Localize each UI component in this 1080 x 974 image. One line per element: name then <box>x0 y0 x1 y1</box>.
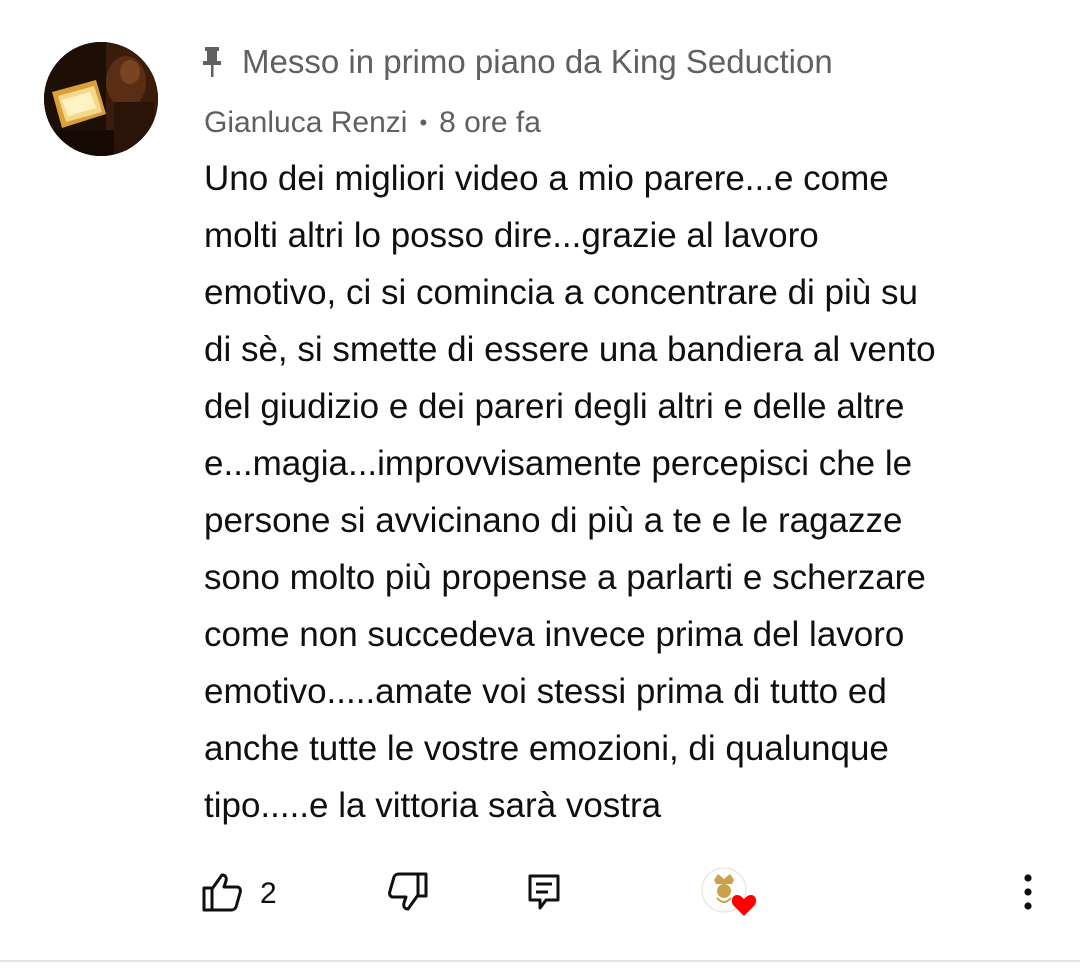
comment-timestamp[interactable]: 8 ore fa <box>439 106 541 140</box>
like-count: 2 <box>260 877 277 910</box>
comment-line: come non succedeva invece prima del lavo… <box>204 615 905 654</box>
dislike-button[interactable] <box>382 868 434 920</box>
avatar-image <box>44 42 158 156</box>
comment-line: Uno dei migliori video a mio parere...e … <box>204 159 889 198</box>
comment-line: sono molto più propense a parlarti e sch… <box>204 558 926 597</box>
comment-line: tipo.....e la vittoria sarà vostra <box>204 786 662 825</box>
comment-actions: 2 <box>0 862 1080 926</box>
comment-line: del giudizio e dei pareri degli altri e … <box>204 387 905 426</box>
creator-heart-icon <box>700 864 764 929</box>
creator-heart <box>700 866 764 926</box>
more-options-button[interactable] <box>1006 868 1050 920</box>
comment-line: emotivo.....amate voi stessi prima di tu… <box>204 672 887 711</box>
comment-line: persone si avvicinano di più a te e le r… <box>204 501 903 540</box>
comment-line: anche tutte le vostre emozioni, di qualu… <box>204 729 889 768</box>
comment-line: emotivo, ci si comincia a concentrare di… <box>204 273 918 312</box>
divider <box>0 960 1080 962</box>
comment-text: Uno dei migliori video a mio parere...e … <box>204 150 1064 834</box>
pin-icon <box>200 45 224 79</box>
pinned-label: Messo in primo piano da King Seduction <box>200 40 833 84</box>
comment-line: di sè, si smette di essere una bandiera … <box>204 330 936 369</box>
reply-button[interactable] <box>518 868 570 920</box>
vertical-dots-icon <box>1022 872 1034 917</box>
comment-line: e...magia...improvvisamente percepisci c… <box>204 444 913 483</box>
comment-meta: Gianluca Renzi • 8 ore fa <box>204 102 541 144</box>
thumb-up-icon <box>200 870 244 919</box>
thumb-down-icon <box>386 870 430 919</box>
comment-reply-icon <box>526 872 562 917</box>
meta-separator: • <box>419 110 428 135</box>
author-avatar[interactable] <box>44 42 158 156</box>
author-name[interactable]: Gianluca Renzi <box>204 106 407 140</box>
pinned-text: Messo in primo piano da King Seduction <box>242 43 833 80</box>
comment-line: molti altri lo posso dire...grazie al la… <box>204 216 819 255</box>
like-button[interactable]: 2 <box>200 868 277 920</box>
